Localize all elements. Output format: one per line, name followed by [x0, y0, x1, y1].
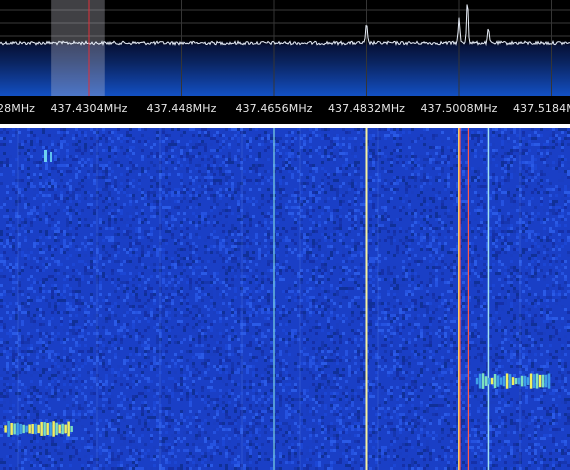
signal-speckle	[44, 150, 47, 162]
frequency-tick-label: 437.4656MHz	[235, 102, 313, 115]
frequency-tick-label: 437.4304MHz	[50, 102, 128, 115]
vfo-passband	[51, 0, 105, 96]
waterfall-noise	[0, 128, 570, 470]
waterfall-plot[interactable]	[0, 128, 570, 470]
frequency-tick-label: 437.4832MHz	[327, 102, 406, 115]
frequency-tick-label: 437.4128MHz	[0, 102, 36, 115]
spectrum-panel[interactable]	[0, 0, 570, 96]
signal-speckle	[50, 152, 52, 162]
sdr-receiver-view: 437.4128MHz 437.4304MHz 437.448MHz 437.4…	[0, 0, 570, 470]
frequency-axis[interactable]: 437.4128MHz 437.4304MHz 437.448MHz 437.4…	[0, 96, 570, 124]
frequency-tick-label: 437.448MHz	[146, 102, 217, 115]
waterfall-panel[interactable]	[0, 128, 570, 470]
frequency-tick-label: 437.5184MHz	[512, 102, 570, 115]
frequency-tick-label: 437.5008MHz	[420, 102, 498, 115]
spectrum-plot[interactable]	[0, 0, 570, 96]
